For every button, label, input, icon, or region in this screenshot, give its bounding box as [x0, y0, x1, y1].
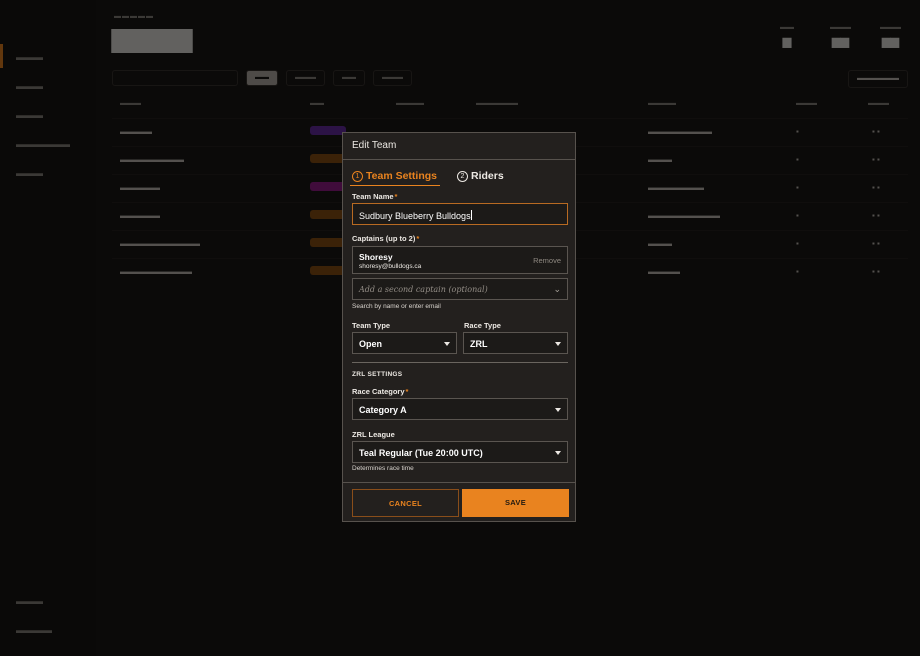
remove-captain-button[interactable]: Remove	[533, 256, 561, 265]
tab-label: Team Settings	[366, 170, 437, 182]
dialog-title: Edit Team	[343, 133, 575, 160]
team-type-label: Team Type	[352, 321, 391, 330]
cancel-button[interactable]: CANCEL	[352, 489, 459, 517]
team-type-select[interactable]: Open	[352, 332, 457, 354]
step-number-icon: 1	[352, 170, 363, 182]
step-number-icon: 2	[457, 170, 468, 182]
add-captain-placeholder: Add a second captain (optional)	[359, 285, 488, 294]
required-marker: *	[416, 234, 420, 243]
dropdown-arrow-icon	[444, 342, 450, 346]
required-marker: *	[394, 192, 398, 201]
tab-team-settings[interactable]: 1 Team Settings	[350, 169, 440, 186]
team-name-value: Sudbury Blueberry Bulldogs	[359, 210, 472, 221]
section-divider	[352, 362, 568, 363]
save-button[interactable]: SAVE	[462, 489, 569, 517]
captain-name: Shoresy	[359, 252, 393, 262]
dropdown-arrow-icon	[555, 408, 561, 412]
tab-riders[interactable]: 2 Riders	[457, 169, 504, 183]
race-type-label: Race Type	[464, 321, 501, 330]
race-category-select[interactable]: Category A	[352, 398, 568, 420]
dropdown-arrow-icon	[555, 342, 561, 346]
captain-email: shoresy@bulldogs.ca	[359, 263, 422, 270]
race-type-select[interactable]: ZRL	[463, 332, 568, 354]
zrl-settings-heading: ZRL SETTINGS	[352, 371, 403, 378]
zrl-league-hint: Determines race time	[352, 465, 414, 472]
chevron-down-icon: ⌄	[553, 284, 561, 294]
dialog-tabs: 1 Team Settings 2 Riders	[350, 169, 504, 186]
captains-label: Captains (up to 2)*	[352, 234, 420, 243]
add-captain-combobox[interactable]: Add a second captain (optional) ⌄	[352, 278, 568, 300]
team-type-value: Open	[359, 339, 383, 349]
team-name-input[interactable]: Sudbury Blueberry Bulldogs	[352, 203, 568, 225]
zrl-league-label: ZRL League	[352, 430, 395, 439]
zrl-league-select[interactable]: Teal Regular (Tue 20:00 UTC)	[352, 441, 568, 463]
team-name-label: Team Name*	[352, 192, 398, 201]
race-category-label: Race Category*	[352, 387, 409, 396]
captain-chip: Shoresy shoresy@bulldogs.ca Remove	[352, 246, 568, 274]
tab-label: Riders	[471, 170, 504, 182]
zrl-league-value: Teal Regular (Tue 20:00 UTC)	[359, 448, 483, 458]
race-category-value: Category A	[359, 405, 407, 415]
captain-search-hint: Search by name or enter email	[352, 303, 441, 310]
race-type-value: ZRL	[470, 339, 488, 349]
dropdown-arrow-icon	[555, 451, 561, 455]
text-cursor	[470, 210, 472, 220]
edit-team-dialog: Edit Team 1 Team Settings 2 Riders Team …	[342, 132, 576, 522]
dialog-footer-divider	[343, 482, 575, 483]
required-marker: *	[405, 387, 409, 396]
